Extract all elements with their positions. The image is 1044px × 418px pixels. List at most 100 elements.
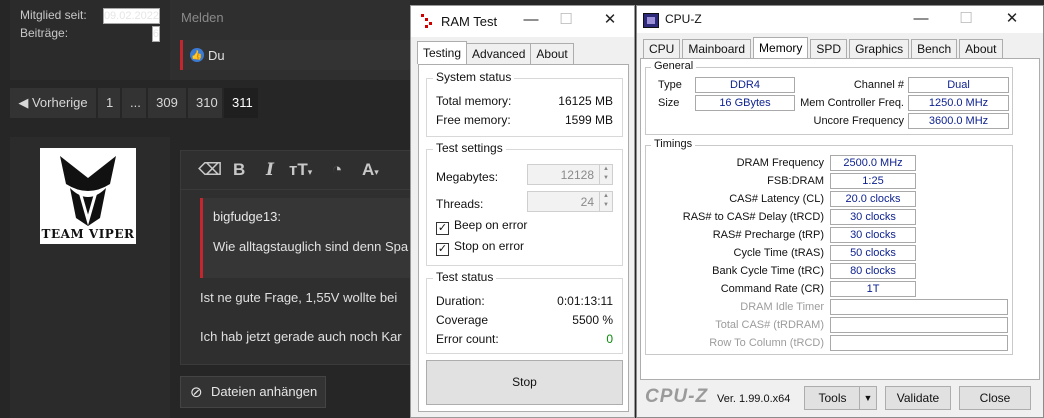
free-memory-value: 1599 MB xyxy=(564,113,613,127)
stop-button[interactable]: Stop xyxy=(426,360,623,405)
timing-value: 1:25 xyxy=(830,173,916,189)
page-link[interactable]: 1 xyxy=(98,88,120,118)
timing-value: 30 clocks xyxy=(830,209,916,225)
coverage-value: 5500 % xyxy=(572,313,613,327)
cpuz-window: CPU-Z — ☐ ✕ CPU Mainboard Memory SPD Gra… xyxy=(636,5,1044,418)
paperclip-icon: ⊘ xyxy=(190,384,203,401)
megabytes-stepper[interactable]: ▲ ▼ xyxy=(599,165,612,184)
test-status-title: Test status xyxy=(433,270,497,284)
duration-value: 0:01:13:11 xyxy=(557,294,613,308)
type-label: Type xyxy=(658,79,682,91)
palette-icon[interactable]: ◔ xyxy=(332,160,342,180)
channel-label: Channel # xyxy=(853,79,904,91)
stop-on-error-checkbox[interactable]: ✓ Stop on error xyxy=(436,239,524,256)
size-value: 16 GBytes xyxy=(695,95,795,111)
italic-icon[interactable]: I xyxy=(266,160,274,180)
timing-value xyxy=(830,299,1008,315)
bold-icon[interactable]: B xyxy=(233,160,245,180)
tab-about[interactable]: About xyxy=(530,43,574,64)
timing-label: Row To Column (tRCD) xyxy=(709,337,824,349)
tab-mainboard[interactable]: Mainboard xyxy=(682,39,752,58)
timing-value: 30 clocks xyxy=(830,227,916,243)
coverage-row: Coverage 5500 % xyxy=(436,313,613,327)
thumbs-up-icon: 👍 xyxy=(190,48,204,62)
minimize-icon[interactable]: — xyxy=(521,10,541,30)
quote-text: Wie alltagstauglich sind denn Spa xyxy=(213,239,409,254)
page-ellipsis[interactable]: ... xyxy=(122,88,146,118)
free-memory-label: Free memory: xyxy=(436,113,511,127)
member-since-value: 09.02.2022 xyxy=(102,8,160,24)
page-link-current[interactable]: 311 xyxy=(224,88,258,118)
page-link[interactable]: 310 xyxy=(188,88,222,118)
cpuz-footer: CPU-Z Ver. 1.99.0.x64 Tools ▼ Validate C… xyxy=(637,381,1043,418)
close-icon[interactable]: ✕ xyxy=(600,10,620,30)
mem-controller-freq-label: Mem Controller Freq. xyxy=(800,97,904,109)
timing-label: RAS# to CAS# Delay (tRCD) xyxy=(682,211,824,223)
cpuz-brand-logo: CPU-Z xyxy=(645,386,709,407)
posts-row: Beiträge: 6 xyxy=(20,26,160,42)
channel-value: Dual xyxy=(908,77,1009,93)
ram-test-titlebar[interactable]: RAM Test — ☐ ✕ xyxy=(411,6,634,37)
avatar[interactable]: TEAM VIPER xyxy=(40,148,136,244)
test-settings-title: Test settings xyxy=(433,141,506,155)
test-settings-group: Test settings Megabytes: 12128 ▲ ▼ Thread… xyxy=(426,141,623,266)
previous-page-button[interactable]: ◀ Vorherige xyxy=(10,88,96,118)
page-link[interactable]: 309 xyxy=(148,88,186,118)
system-status-group: System status Total memory: 16125 MB Fre… xyxy=(426,70,623,137)
timing-label: CAS# Latency (CL) xyxy=(729,193,824,205)
duration-label: Duration: xyxy=(436,294,485,308)
close-button[interactable]: Close xyxy=(959,386,1031,410)
test-status-group: Test status Duration: 0:01:13:11 Coverag… xyxy=(426,270,623,354)
beep-on-error-label: Beep on error xyxy=(454,218,528,232)
megabytes-input[interactable]: 12128 ▲ ▼ xyxy=(527,164,613,185)
timing-value: 20.0 clocks xyxy=(830,191,916,207)
tools-button[interactable]: Tools xyxy=(804,386,861,410)
timing-label: Cycle Time (tRAS) xyxy=(733,247,824,259)
timing-label: RAS# Precharge (tRP) xyxy=(712,229,824,241)
total-memory-row: Total memory: 16125 MB xyxy=(436,94,613,108)
free-memory-row: Free memory: 1599 MB xyxy=(436,113,613,127)
error-count-row: Error count: 0 xyxy=(436,332,613,346)
total-memory-label: Total memory: xyxy=(436,94,512,108)
mem-controller-freq-value: 1250.0 MHz xyxy=(908,95,1009,111)
checkmark-icon: ✓ xyxy=(436,243,449,256)
cpuz-titlebar[interactable]: CPU-Z — ☐ ✕ xyxy=(637,6,1043,33)
beep-on-error-checkbox[interactable]: ✓ Beep on error xyxy=(436,218,527,235)
post-text-line: Ich hab jetzt gerade auch noch Kar xyxy=(200,329,402,344)
member-since-row: Mitglied seit: 09.02.2022 xyxy=(20,8,160,24)
text-size-icon[interactable]: тT▾ xyxy=(289,160,312,180)
threads-stepper[interactable]: ▲ ▼ xyxy=(599,192,612,211)
maximize-icon: ☐ xyxy=(959,10,973,27)
font-icon[interactable]: A▾ xyxy=(362,160,379,180)
ram-test-title: RAM Test xyxy=(441,14,498,29)
tools-dropdown-arrow-icon[interactable]: ▼ xyxy=(859,386,877,410)
post-text-line: Ist ne gute Frage, 1,55V wollte bei xyxy=(200,290,398,305)
eraser-icon[interactable]: ⌫ xyxy=(198,160,222,180)
tab-about[interactable]: About xyxy=(959,39,1003,58)
stop-on-error-label: Stop on error xyxy=(454,239,525,253)
report-link[interactable]: Melden xyxy=(181,10,224,25)
cpuz-title: CPU-Z xyxy=(665,12,702,26)
tab-bench[interactable]: Bench xyxy=(911,39,958,58)
timing-value: 2500.0 MHz xyxy=(830,155,916,171)
validate-button[interactable]: Validate xyxy=(885,386,951,410)
system-status-title: System status xyxy=(433,70,515,84)
reaction-user[interactable]: Du xyxy=(208,48,225,63)
tab-advanced[interactable]: Advanced xyxy=(466,43,532,64)
ram-test-window: RAM Test — ☐ ✕ Testing Advanced About Sy… xyxy=(410,5,635,418)
tab-spd[interactable]: SPD xyxy=(810,39,848,58)
uncore-freq-value: 3600.0 MHz xyxy=(908,113,1009,129)
pagination: ◀ Vorherige 1 ... 309 310 311 xyxy=(10,88,258,118)
duration-row: Duration: 0:01:13:11 xyxy=(436,294,613,308)
tab-graphics[interactable]: Graphics xyxy=(849,39,910,58)
tab-memory[interactable]: Memory xyxy=(753,37,809,59)
user-info-panel: Mitglied seit: 09.02.2022 Beiträge: 6 xyxy=(10,0,170,80)
timing-label: DRAM Frequency xyxy=(736,157,824,169)
ram-test-tabs: Testing Advanced About xyxy=(417,41,574,65)
close-icon[interactable]: ✕ xyxy=(1002,9,1022,29)
threads-input[interactable]: 24 ▲ ▼ xyxy=(527,191,613,212)
minimize-icon[interactable]: — xyxy=(911,9,931,29)
timing-label: Total CAS# (tRDRAM) xyxy=(715,319,824,331)
tab-testing[interactable]: Testing xyxy=(417,41,468,64)
tab-cpu[interactable]: CPU xyxy=(643,39,681,58)
